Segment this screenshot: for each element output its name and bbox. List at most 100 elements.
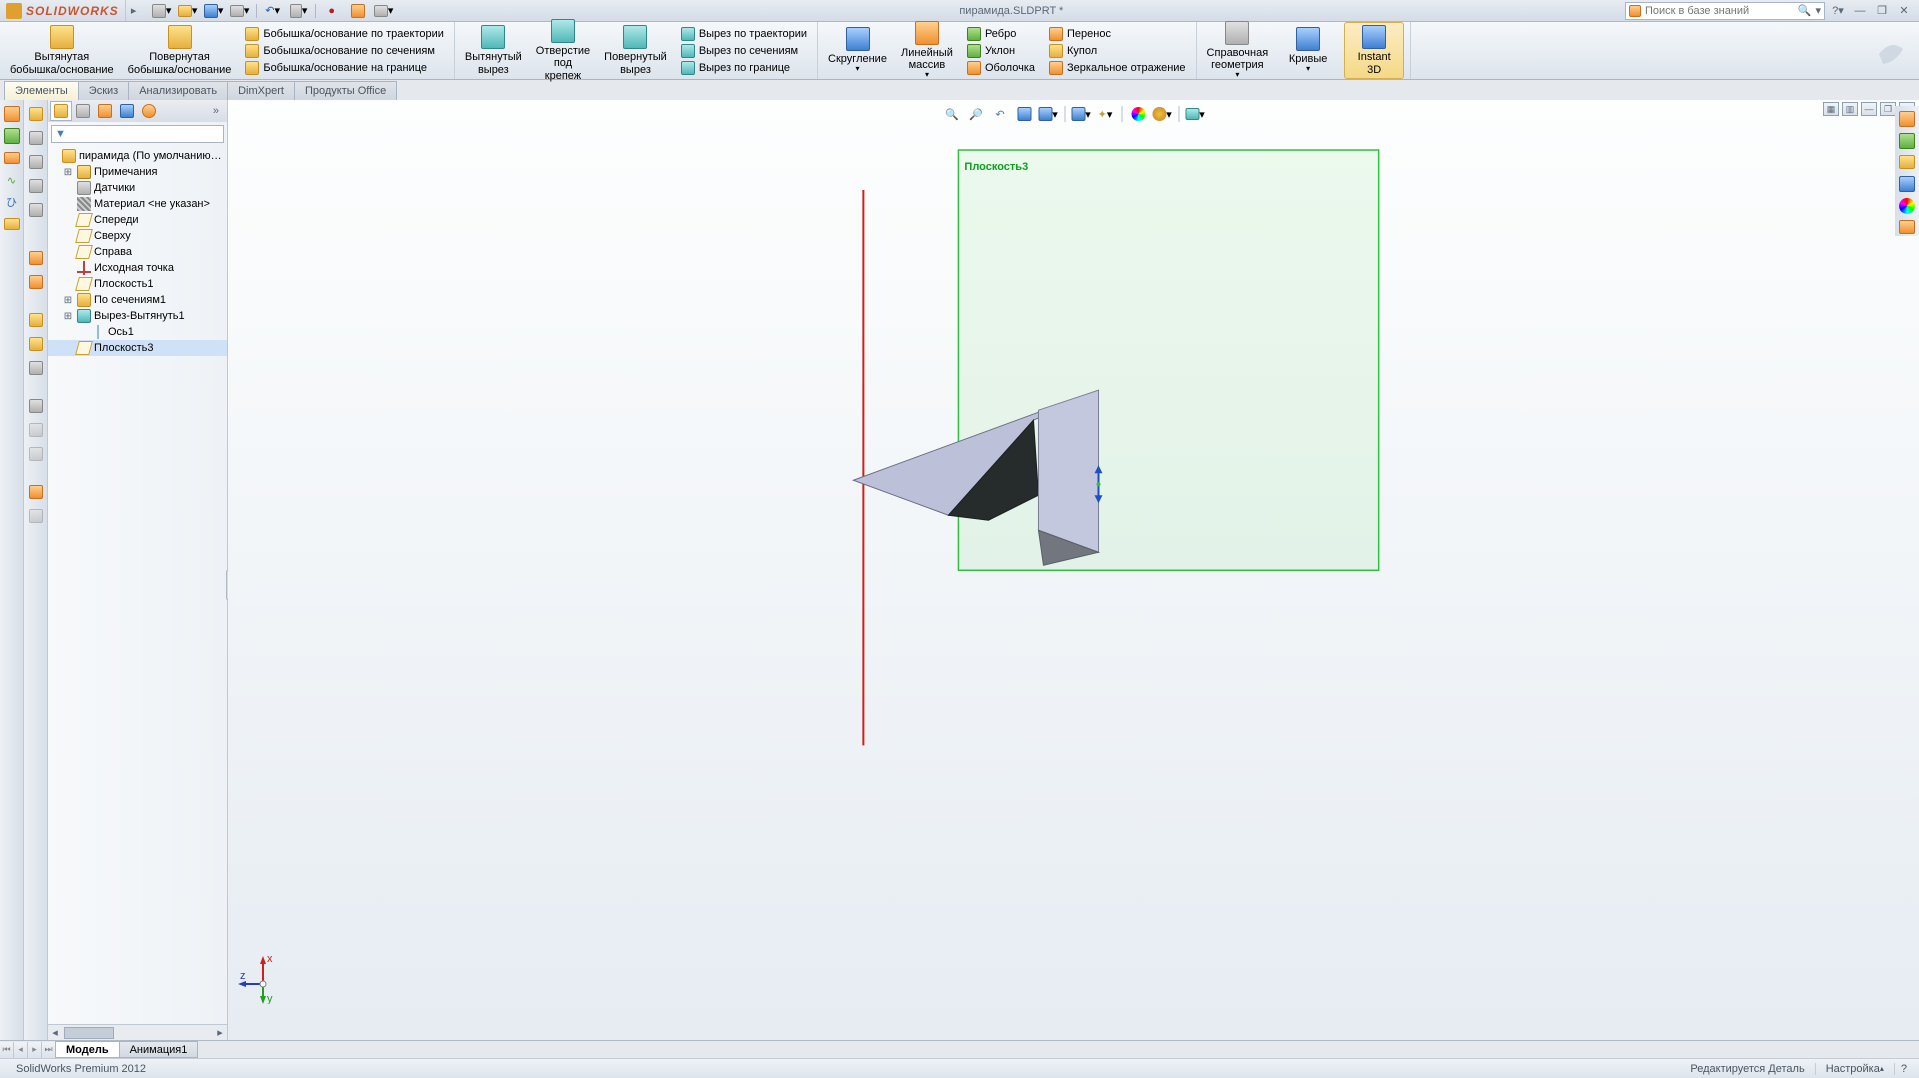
scroll-thumb[interactable] (64, 1027, 114, 1039)
tree-cut-extrude1[interactable]: ⊞Вырез-Вытянуть1 (48, 308, 227, 324)
linear-pattern-button[interactable]: Линейный массив▾ (897, 19, 957, 82)
lp-5[interactable] (26, 200, 46, 220)
tree-origin[interactable]: Исходная точка (48, 260, 227, 276)
tree-tabs-overflow[interactable]: » (207, 105, 225, 117)
status-custom[interactable]: Настройка ▴ (1815, 1063, 1894, 1075)
tp-appearances-icon[interactable] (1897, 197, 1917, 215)
tab-dimxpert[interactable]: DimXpert (227, 81, 295, 100)
feature-tree[interactable]: пирамида (По умолчанию<<По умол... ⊞Прим… (48, 146, 227, 1024)
dome-button[interactable]: Купол (1045, 43, 1190, 59)
tree-tab-dimxpert[interactable] (116, 101, 138, 121)
tree-sensors[interactable]: Датчики (48, 180, 227, 196)
reference-geometry-button[interactable]: Справочная геометрия▾ (1203, 19, 1273, 82)
lt-btn-2[interactable] (2, 126, 22, 146)
tree-root[interactable]: пирамида (По умолчанию<<По умол... (48, 148, 227, 164)
tab-model[interactable]: Модель (55, 1041, 120, 1058)
swept-cut-button[interactable]: Вырез по траектории (677, 26, 811, 42)
tree-tab-config[interactable] (94, 101, 116, 121)
model-canvas[interactable]: Плоскость3 (228, 100, 1919, 1040)
search-dropdown-icon[interactable]: ▾ (1815, 4, 1821, 17)
lp-3[interactable] (26, 152, 46, 172)
instant3d-button[interactable]: Instant 3D (1344, 22, 1404, 78)
lp-15[interactable] (26, 506, 46, 526)
options-button[interactable] (346, 2, 370, 20)
print-button[interactable]: ▾ (228, 2, 252, 20)
btnav-last[interactable]: ⏭ (42, 1042, 56, 1058)
draft-button[interactable]: Уклон (963, 43, 1039, 59)
tp-design-library-icon[interactable] (1897, 132, 1917, 150)
btnav-first[interactable]: ⏮ (0, 1042, 14, 1058)
revolved-boss-button[interactable]: Повернутая бобышка/основание (124, 23, 236, 77)
lp-1[interactable] (26, 104, 46, 124)
mirror-button[interactable]: Зеркальное отражение (1045, 60, 1190, 76)
btnav-next[interactable]: ▸ (28, 1042, 42, 1058)
boundary-boss-button[interactable]: Бобышка/основание на границе (241, 60, 448, 76)
minimize-button[interactable]: ― (1851, 2, 1869, 20)
tree-filter[interactable]: ▼ (51, 125, 224, 143)
revolved-cut-button[interactable]: Повернутый вырез (600, 23, 671, 77)
curves-button[interactable]: Кривые▾ (1278, 25, 1338, 76)
save-button[interactable]: ▾ (202, 2, 226, 20)
tp-file-explorer-icon[interactable] (1897, 153, 1917, 171)
lp-14[interactable] (26, 482, 46, 502)
search-box[interactable]: 🔍 ▾ (1625, 2, 1825, 20)
tree-loft1[interactable]: ⊞По сечениям1 (48, 292, 227, 308)
tp-custom-props-icon[interactable] (1897, 218, 1917, 236)
fillet-button[interactable]: Скругление▾ (824, 25, 891, 76)
lp-13[interactable] (26, 444, 46, 464)
status-help-icon[interactable]: ? (1894, 1063, 1913, 1075)
lt-btn-4[interactable]: ∿ (2, 170, 22, 190)
hole-wizard-button[interactable]: Отверстие под крепеж (532, 17, 594, 83)
tab-features[interactable]: Элементы (4, 81, 79, 100)
tree-scrollbar[interactable]: ◂ ▸ (48, 1024, 227, 1040)
wrap-button[interactable]: Перенос (1045, 26, 1190, 42)
tp-resources-icon[interactable] (1897, 110, 1917, 128)
shell-button[interactable]: Оболочка (963, 60, 1039, 76)
maximize-button[interactable]: ❐ (1873, 2, 1891, 20)
tree-tab-feature[interactable] (50, 101, 72, 121)
scroll-left-icon[interactable]: ◂ (48, 1026, 62, 1040)
tab-sketch[interactable]: Эскиз (78, 81, 129, 100)
help-button[interactable]: ?▾ (1829, 2, 1847, 20)
tree-tab-display[interactable] (138, 101, 160, 121)
lp-2[interactable] (26, 128, 46, 148)
tab-office[interactable]: Продукты Office (294, 81, 397, 100)
lt-btn-6[interactable] (2, 214, 22, 234)
tree-material[interactable]: Материал <не указан> (48, 196, 227, 212)
lp-6[interactable] (26, 248, 46, 268)
search-input[interactable] (1645, 5, 1794, 17)
graphics-viewport[interactable]: ▦ ▥ ― ❐ ✕ 🔍 🔎 ↶ ▾ ▾ ✦▾ ▾ ▾ Плоскость3 (228, 100, 1919, 1040)
boundary-cut-button[interactable]: Вырез по границе (677, 60, 811, 76)
swept-boss-button[interactable]: Бобышка/основание по траектории (241, 26, 448, 42)
tab-evaluate[interactable]: Анализировать (128, 81, 228, 100)
lp-4[interactable] (26, 176, 46, 196)
close-button[interactable]: ✕ (1895, 2, 1913, 20)
btnav-prev[interactable]: ◂ (14, 1042, 28, 1058)
coordinate-triad[interactable]: x y z (238, 954, 288, 1004)
tree-front-plane[interactable]: Спереди (48, 212, 227, 228)
lt-btn-3[interactable] (2, 148, 22, 168)
undo-button[interactable]: ↶▾ (261, 2, 285, 20)
lofted-boss-button[interactable]: Бобышка/основание по сечениям (241, 43, 448, 59)
lp-10[interactable] (26, 358, 46, 378)
lt-btn-1[interactable] (2, 104, 22, 124)
search-icon[interactable]: 🔍 (1798, 4, 1812, 17)
tree-tab-property[interactable] (72, 101, 94, 121)
lp-8[interactable] (26, 310, 46, 330)
tree-annotations[interactable]: ⊞Примечания (48, 164, 227, 180)
select-button[interactable]: ▾ (287, 2, 311, 20)
tp-view-palette-icon[interactable] (1897, 175, 1917, 193)
app-logo[interactable]: SOLIDWORKS (0, 0, 126, 21)
tree-right-plane[interactable]: Справа (48, 244, 227, 260)
lp-7[interactable] (26, 272, 46, 292)
lp-11[interactable] (26, 396, 46, 416)
extruded-boss-button[interactable]: Вытянутая бобышка/основание (6, 23, 118, 77)
extruded-cut-button[interactable]: Вытянутый вырез (461, 23, 526, 77)
tab-animation1[interactable]: Анимация1 (119, 1041, 199, 1058)
lp-12[interactable] (26, 420, 46, 440)
scroll-right-icon[interactable]: ▸ (213, 1026, 227, 1040)
rebuild-button[interactable]: ● (320, 2, 344, 20)
new-button[interactable]: ▾ (150, 2, 174, 20)
lt-btn-5[interactable]: ひ (2, 192, 22, 212)
tree-plane3[interactable]: Плоскость3 (48, 340, 227, 356)
